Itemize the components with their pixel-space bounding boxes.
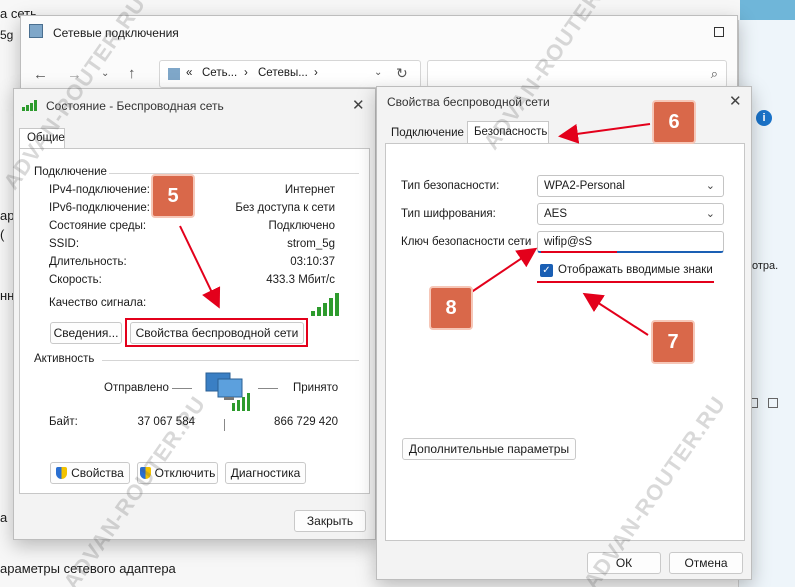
badge-8: 8 [429, 286, 473, 330]
badge-6: 6 [652, 100, 696, 144]
badge-7: 7 [651, 320, 695, 364]
arrow-5 [179, 225, 221, 309]
arrow-7 [582, 292, 649, 336]
badge-5: 5 [151, 174, 195, 218]
arrow-8 [469, 247, 538, 294]
arrow-6 [558, 123, 651, 144]
